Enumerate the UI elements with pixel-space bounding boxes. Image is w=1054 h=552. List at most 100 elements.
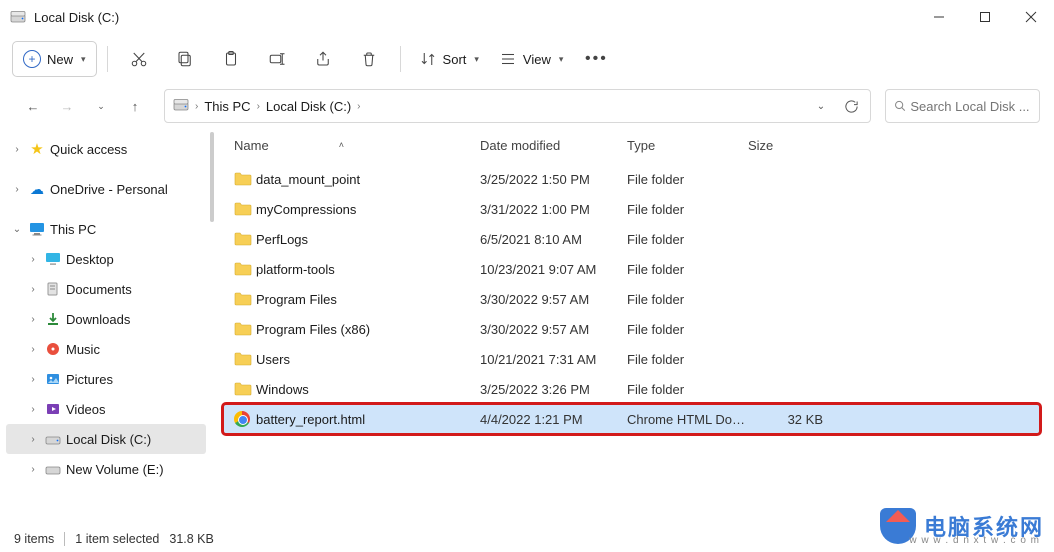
folder-icon bbox=[234, 381, 256, 397]
sidebar-item-onedrive[interactable]: ›☁OneDrive - Personal bbox=[6, 174, 206, 204]
file-name: myCompressions bbox=[256, 202, 480, 217]
sort-button[interactable]: Sort ▾ bbox=[411, 41, 487, 77]
refresh-button[interactable] bbox=[836, 91, 866, 121]
folder-icon bbox=[234, 321, 256, 337]
file-rows: data_mount_point3/25/2022 1:50 PMFile fo… bbox=[216, 162, 1054, 520]
pictures-icon bbox=[44, 370, 62, 388]
sidebar-item-videos[interactable]: ›Videos bbox=[6, 394, 206, 424]
command-bar: + New ▾ Sort ▾ View ▾ ••• bbox=[0, 34, 1054, 84]
separator bbox=[400, 46, 401, 72]
breadcrumb-drive[interactable]: Local Disk (C:) bbox=[266, 99, 351, 114]
file-row[interactable]: battery_report.html4/4/2022 1:21 PMChrom… bbox=[216, 404, 1054, 434]
file-name: Program Files bbox=[256, 292, 480, 307]
chevron-right-icon[interactable]: › bbox=[357, 101, 360, 112]
sidebar-item-desktop[interactable]: ›Desktop bbox=[6, 244, 206, 274]
expand-icon[interactable]: › bbox=[26, 284, 40, 295]
view-button[interactable]: View ▾ bbox=[491, 41, 571, 77]
watermark: 电脑系统网 w w w . d n x t w . c o m bbox=[880, 508, 1044, 544]
window-title: Local Disk (C:) bbox=[34, 10, 916, 25]
file-size: 32 KB bbox=[748, 412, 823, 427]
expand-icon[interactable]: › bbox=[10, 184, 24, 195]
folder-icon bbox=[234, 261, 256, 277]
rename-button[interactable] bbox=[256, 40, 298, 78]
status-items: 9 items bbox=[14, 532, 54, 546]
file-row[interactable]: Users10/21/2021 7:31 AMFile folder bbox=[216, 344, 1054, 374]
file-type: File folder bbox=[627, 352, 748, 367]
file-type: File folder bbox=[627, 202, 748, 217]
file-name: Users bbox=[256, 352, 480, 367]
share-button[interactable] bbox=[302, 40, 344, 78]
file-list-area: Name˄ Date modified Type Size data_mount… bbox=[216, 128, 1054, 520]
file-name: battery_report.html bbox=[256, 412, 480, 427]
file-date: 10/21/2021 7:31 AM bbox=[480, 352, 627, 367]
file-type: File folder bbox=[627, 232, 748, 247]
maximize-button[interactable] bbox=[962, 0, 1008, 34]
file-date: 3/30/2022 9:57 AM bbox=[480, 292, 627, 307]
title-bar: Local Disk (C:) bbox=[0, 0, 1054, 34]
sidebar-item-downloads[interactable]: ›Downloads bbox=[6, 304, 206, 334]
file-row[interactable]: platform-tools10/23/2021 9:07 AMFile fol… bbox=[216, 254, 1054, 284]
sidebar-item-local-disk[interactable]: ›Local Disk (C:) bbox=[6, 424, 206, 454]
paste-button[interactable] bbox=[210, 40, 252, 78]
more-button[interactable]: ••• bbox=[575, 40, 617, 78]
column-headers: Name˄ Date modified Type Size bbox=[216, 128, 1054, 162]
plus-icon: + bbox=[23, 50, 41, 68]
copy-button[interactable] bbox=[164, 40, 206, 78]
file-row[interactable]: myCompressions3/31/2022 1:00 PMFile fold… bbox=[216, 194, 1054, 224]
file-name: Program Files (x86) bbox=[256, 322, 480, 337]
up-button[interactable]: ↑ bbox=[120, 91, 150, 121]
file-row[interactable]: PerfLogs6/5/2021 8:10 AMFile folder bbox=[216, 224, 1054, 254]
file-row[interactable]: data_mount_point3/25/2022 1:50 PMFile fo… bbox=[216, 164, 1054, 194]
file-row[interactable]: Program Files3/30/2022 9:57 AMFile folde… bbox=[216, 284, 1054, 314]
back-button[interactable]: ← bbox=[18, 91, 48, 121]
breadcrumb-pc[interactable]: This PC bbox=[204, 99, 250, 114]
column-name[interactable]: Name˄ bbox=[234, 138, 480, 153]
sidebar-item-documents[interactable]: ›Documents bbox=[6, 274, 206, 304]
videos-icon bbox=[44, 400, 62, 418]
chevron-right-icon[interactable]: › bbox=[195, 101, 198, 112]
search-box[interactable] bbox=[885, 89, 1040, 123]
file-name: Windows bbox=[256, 382, 480, 397]
expand-icon[interactable]: › bbox=[26, 434, 40, 445]
sidebar-item-quick-access[interactable]: ›★Quick access bbox=[6, 134, 206, 164]
new-button[interactable]: + New ▾ bbox=[12, 41, 97, 77]
address-bar[interactable]: › This PC › Local Disk (C:) › ⌄ bbox=[164, 89, 871, 123]
close-button[interactable] bbox=[1008, 0, 1054, 34]
recent-button[interactable]: ⌄ bbox=[86, 91, 116, 121]
file-date: 3/25/2022 3:26 PM bbox=[480, 382, 627, 397]
sidebar-item-pictures[interactable]: ›Pictures bbox=[6, 364, 206, 394]
expand-icon[interactable]: › bbox=[26, 464, 40, 475]
file-name: data_mount_point bbox=[256, 172, 480, 187]
sidebar-item-this-pc[interactable]: ⌄This PC bbox=[6, 214, 206, 244]
sidebar-item-new-volume[interactable]: ›New Volume (E:) bbox=[6, 454, 206, 484]
view-label: View bbox=[523, 52, 551, 67]
expand-icon[interactable]: › bbox=[10, 144, 24, 155]
cut-button[interactable] bbox=[118, 40, 160, 78]
column-date[interactable]: Date modified bbox=[480, 138, 627, 153]
expand-icon[interactable]: › bbox=[26, 404, 40, 415]
file-date: 3/31/2022 1:00 PM bbox=[480, 202, 627, 217]
chevron-right-icon[interactable]: › bbox=[257, 101, 260, 112]
expand-icon[interactable]: › bbox=[26, 374, 40, 385]
address-dropdown[interactable]: ⌄ bbox=[806, 91, 836, 121]
watermark-url: w w w . d n x t w . c o m bbox=[909, 535, 1040, 546]
forward-button[interactable]: → bbox=[52, 91, 82, 121]
column-type[interactable]: Type bbox=[627, 138, 748, 153]
file-date: 10/23/2021 9:07 AM bbox=[480, 262, 627, 277]
file-date: 4/4/2022 1:21 PM bbox=[480, 412, 627, 427]
file-type: File folder bbox=[627, 292, 748, 307]
sidebar-item-music[interactable]: ›Music bbox=[6, 334, 206, 364]
column-size[interactable]: Size bbox=[748, 138, 828, 153]
main-area: ›★Quick access ›☁OneDrive - Personal ⌄Th… bbox=[0, 128, 1054, 520]
expand-icon[interactable]: › bbox=[26, 314, 40, 325]
minimize-button[interactable] bbox=[916, 0, 962, 34]
collapse-icon[interactable]: ⌄ bbox=[10, 224, 24, 235]
expand-icon[interactable]: › bbox=[26, 254, 40, 265]
expand-icon[interactable]: › bbox=[26, 344, 40, 355]
delete-button[interactable] bbox=[348, 40, 390, 78]
file-row[interactable]: Windows3/25/2022 3:26 PMFile folder bbox=[216, 374, 1054, 404]
drive-icon bbox=[10, 9, 26, 25]
file-type: File folder bbox=[627, 382, 748, 397]
file-row[interactable]: Program Files (x86)3/30/2022 9:57 AMFile… bbox=[216, 314, 1054, 344]
search-input[interactable] bbox=[910, 99, 1031, 114]
